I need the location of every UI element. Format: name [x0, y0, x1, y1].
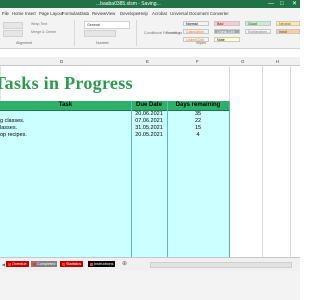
- column-header-h[interactable]: H: [276, 59, 279, 64]
- days-remaining-cell[interactable]: 15: [167, 125, 229, 131]
- style-good[interactable]: Good: [245, 21, 271, 26]
- style-explanatory[interactable]: Explanatory...: [245, 29, 271, 34]
- due-date-cell[interactable]: 20.05.2021: [131, 132, 167, 138]
- merge-center-button[interactable]: Merge & Center: [31, 30, 56, 34]
- due-date-cell[interactable]: 07.06.2021: [131, 118, 167, 124]
- menu-formulas[interactable]: Formulas: [62, 11, 80, 16]
- due-date-cell[interactable]: 31.05.2021: [131, 125, 167, 131]
- close-icon[interactable]: ✕: [292, 0, 297, 8]
- group-label-alignment: Alignment: [16, 41, 32, 45]
- days-remaining-cell[interactable]: 4: [167, 132, 229, 138]
- add-sheet-icon[interactable]: ⊕: [122, 260, 127, 267]
- header-task[interactable]: Task: [0, 101, 131, 110]
- align-buttons[interactable]: [3, 22, 23, 29]
- style-calculation[interactable]: Calculation: [183, 29, 209, 34]
- due-date-cell[interactable]: 20.06.2021: [131, 111, 167, 117]
- tab-scroll-left-icon[interactable]: ◀: [2, 262, 5, 267]
- group-label-number: Number: [96, 41, 109, 45]
- grid-line: [290, 66, 291, 258]
- style-note[interactable]: Note: [214, 37, 240, 42]
- task-cell[interactable]: g classes.: [0, 118, 24, 124]
- column-header-d[interactable]: D: [60, 59, 63, 64]
- wrap-text-button[interactable]: Wrap Text: [31, 22, 47, 26]
- style-check-cell[interactable]: Check Cell: [214, 29, 240, 34]
- sheet-tab-label: Completed: [37, 262, 56, 266]
- task-cell[interactable]: op recipes.: [0, 132, 27, 138]
- style-normal[interactable]: Normal: [183, 21, 209, 26]
- menu-page-layout[interactable]: Page Layout: [39, 11, 63, 16]
- days-remaining-cell[interactable]: 35: [167, 111, 229, 117]
- minimize-icon[interactable]: —: [268, 0, 274, 8]
- menu-help[interactable]: Help: [139, 11, 148, 16]
- column-header-f[interactable]: F: [196, 59, 199, 64]
- sheet-tab-overdue[interactable]: Overdue: [6, 261, 29, 267]
- tab-color-icon: [62, 262, 65, 266]
- header-days-remaining[interactable]: Days remaining: [167, 101, 229, 110]
- tab-color-icon: [33, 262, 36, 266]
- title-bar: ...baaba0385.xlsm - Saving... — □ ✕: [0, 0, 300, 8]
- sheet-tab-label: Statistics: [66, 262, 82, 266]
- menu-file[interactable]: File: [2, 11, 9, 16]
- sheet-tab-completed[interactable]: Completed: [31, 261, 58, 267]
- menu-home[interactable]: Home: [12, 11, 23, 16]
- sheet-tab-statistics[interactable]: Statistics: [60, 261, 84, 267]
- style-input[interactable]: Input: [276, 29, 300, 34]
- ribbon-separator: [74, 20, 75, 46]
- ribbon-separator: [136, 20, 137, 46]
- window-title: ...baaba0385.xlsm - Saving...: [96, 1, 161, 7]
- sheet-tab-instructions[interactable]: Instructions: [88, 261, 116, 267]
- status-bar: [0, 271, 300, 300]
- menu-developer[interactable]: Developer: [120, 11, 140, 16]
- column-headers: D E F G H: [0, 57, 300, 66]
- align-buttons-row2[interactable]: [3, 30, 23, 37]
- tab-color-icon: [90, 262, 93, 266]
- menu-universal-document-converter[interactable]: Universal Document Converter: [170, 11, 229, 16]
- horizontal-scrollbar[interactable]: [150, 262, 292, 268]
- menu-view[interactable]: View: [106, 11, 115, 16]
- sheet-title: Tasks in Progress: [0, 73, 133, 93]
- style-bad[interactable]: Bad: [214, 21, 240, 26]
- menu-insert[interactable]: Insert: [25, 11, 36, 16]
- column-header-e[interactable]: E: [146, 59, 149, 64]
- tab-color-icon: [8, 262, 11, 266]
- task-cell[interactable]: lasses.: [0, 125, 17, 131]
- menu-review[interactable]: Review: [92, 11, 106, 16]
- menu-acrobat[interactable]: Acrobat: [152, 11, 167, 16]
- menu-data[interactable]: Data: [80, 11, 89, 16]
- maximize-icon[interactable]: □: [280, 0, 284, 8]
- number-format-buttons[interactable]: [84, 30, 116, 37]
- days-remaining-cell[interactable]: 22: [167, 118, 229, 124]
- number-format-select[interactable]: General: [84, 21, 130, 29]
- sheet-tab-label: Overdue: [12, 262, 27, 266]
- menu-bar: File Home Insert Page Layout Formulas Da…: [0, 8, 300, 18]
- column-header-g[interactable]: G: [241, 59, 245, 64]
- sheet-tab-label: Instructions: [94, 262, 114, 266]
- grid-line: [262, 66, 263, 258]
- style-neutral[interactable]: Neutral: [276, 21, 300, 26]
- number-format-value: General: [87, 22, 100, 27]
- header-due-date[interactable]: Due Date: [131, 101, 167, 110]
- group-label-styles: Styles: [196, 41, 206, 45]
